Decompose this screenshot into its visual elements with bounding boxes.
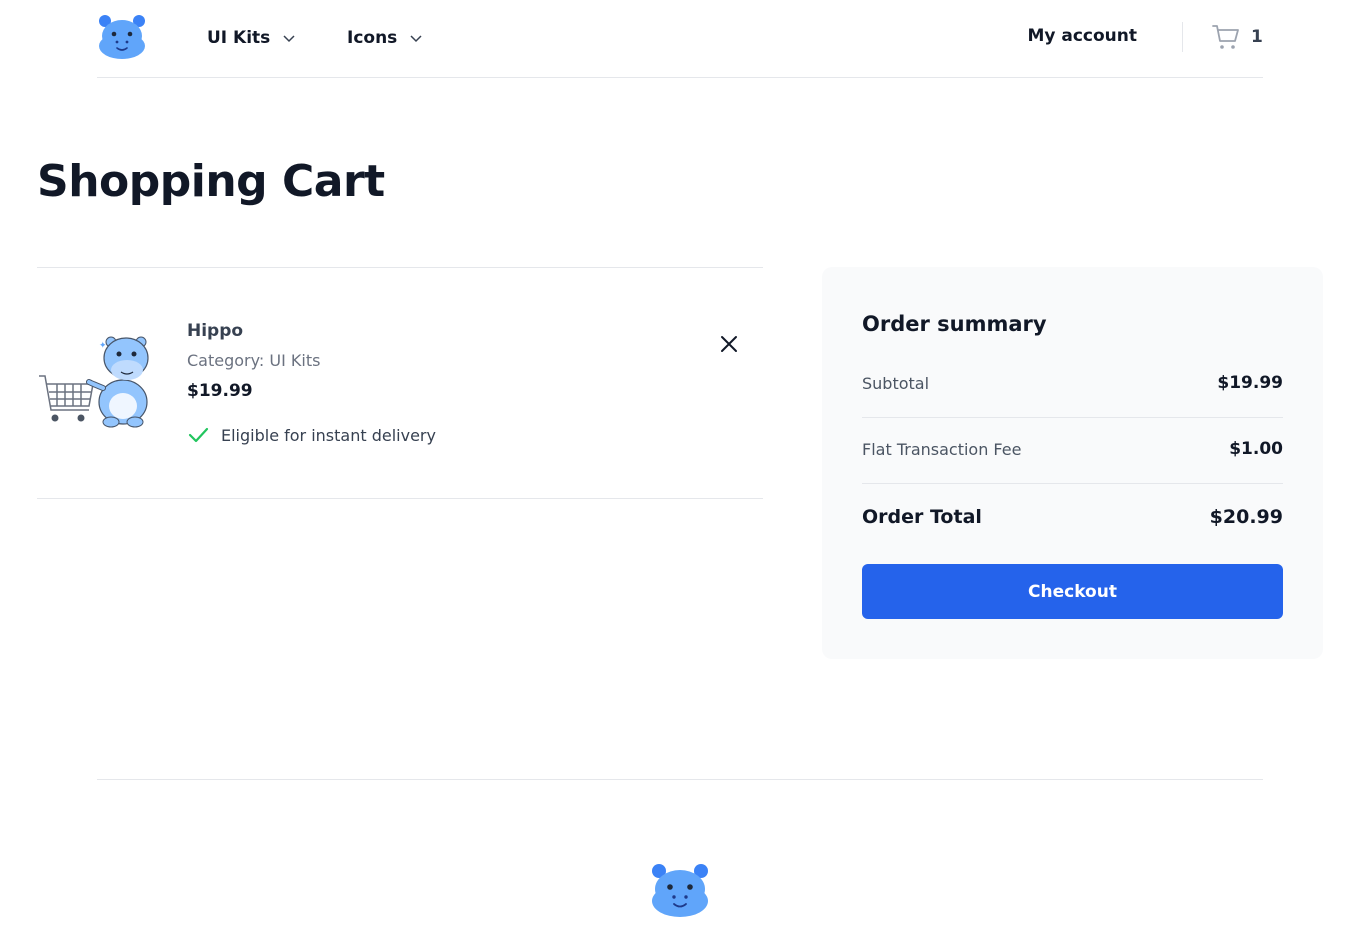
product-name[interactable]: Hippo	[187, 321, 243, 341]
summary-divider	[862, 483, 1283, 484]
footer-divider	[97, 779, 1263, 780]
cart-count: 1	[1251, 27, 1263, 47]
fee-value: $1.00	[1229, 439, 1283, 459]
order-summary: Order summary Subtotal $19.99 Flat Trans…	[822, 267, 1323, 659]
fee-label: Flat Transaction Fee	[862, 439, 1022, 459]
total-label: Order Total	[862, 506, 982, 528]
chevron-down-icon	[410, 35, 422, 43]
cart-items-list: ✦ Hippo Category: UI Kits $19.99 Eligibl…	[37, 267, 763, 499]
nav-ui-kits-label: UI Kits	[207, 28, 271, 48]
chevron-down-icon	[283, 35, 295, 43]
check-icon	[188, 427, 209, 443]
close-icon	[721, 336, 737, 352]
product-price: $19.99	[187, 381, 253, 401]
shopping-cart-icon	[1212, 25, 1239, 49]
delivery-label: Eligible for instant delivery	[221, 425, 436, 445]
subtotal-label: Subtotal	[862, 373, 930, 393]
summary-title: Order summary	[862, 312, 1047, 336]
checkout-button[interactable]: Checkout	[862, 564, 1283, 619]
cart-button[interactable]: 1	[1211, 22, 1263, 52]
total-row: Order Total $20.99	[862, 506, 1283, 528]
summary-divider	[862, 417, 1283, 418]
subtotal-value: $19.99	[1217, 373, 1283, 393]
nav-icons[interactable]: Icons	[347, 26, 423, 50]
hippo-logo-icon	[649, 863, 711, 918]
remove-item-button[interactable]	[717, 332, 741, 356]
page-title: Shopping Cart	[37, 156, 385, 207]
svg-text:✦: ✦	[99, 341, 107, 351]
hippo-logo-icon[interactable]	[97, 14, 147, 60]
fee-row: Flat Transaction Fee $1.00	[862, 439, 1283, 459]
nav-ui-kits[interactable]: UI Kits	[207, 26, 296, 50]
header-divider	[1182, 22, 1183, 52]
total-value: $20.99	[1209, 506, 1283, 528]
nav-icons-label: Icons	[347, 28, 398, 48]
product-image[interactable]: ✦	[37, 318, 157, 430]
delivery-status: Eligible for instant delivery	[187, 424, 436, 446]
site-header: UI Kits Icons My account 1	[97, 0, 1263, 78]
subtotal-row: Subtotal $19.99	[862, 373, 1283, 393]
my-account-link[interactable]: My account	[1027, 26, 1137, 46]
product-category: Category: UI Kits	[187, 351, 321, 370]
